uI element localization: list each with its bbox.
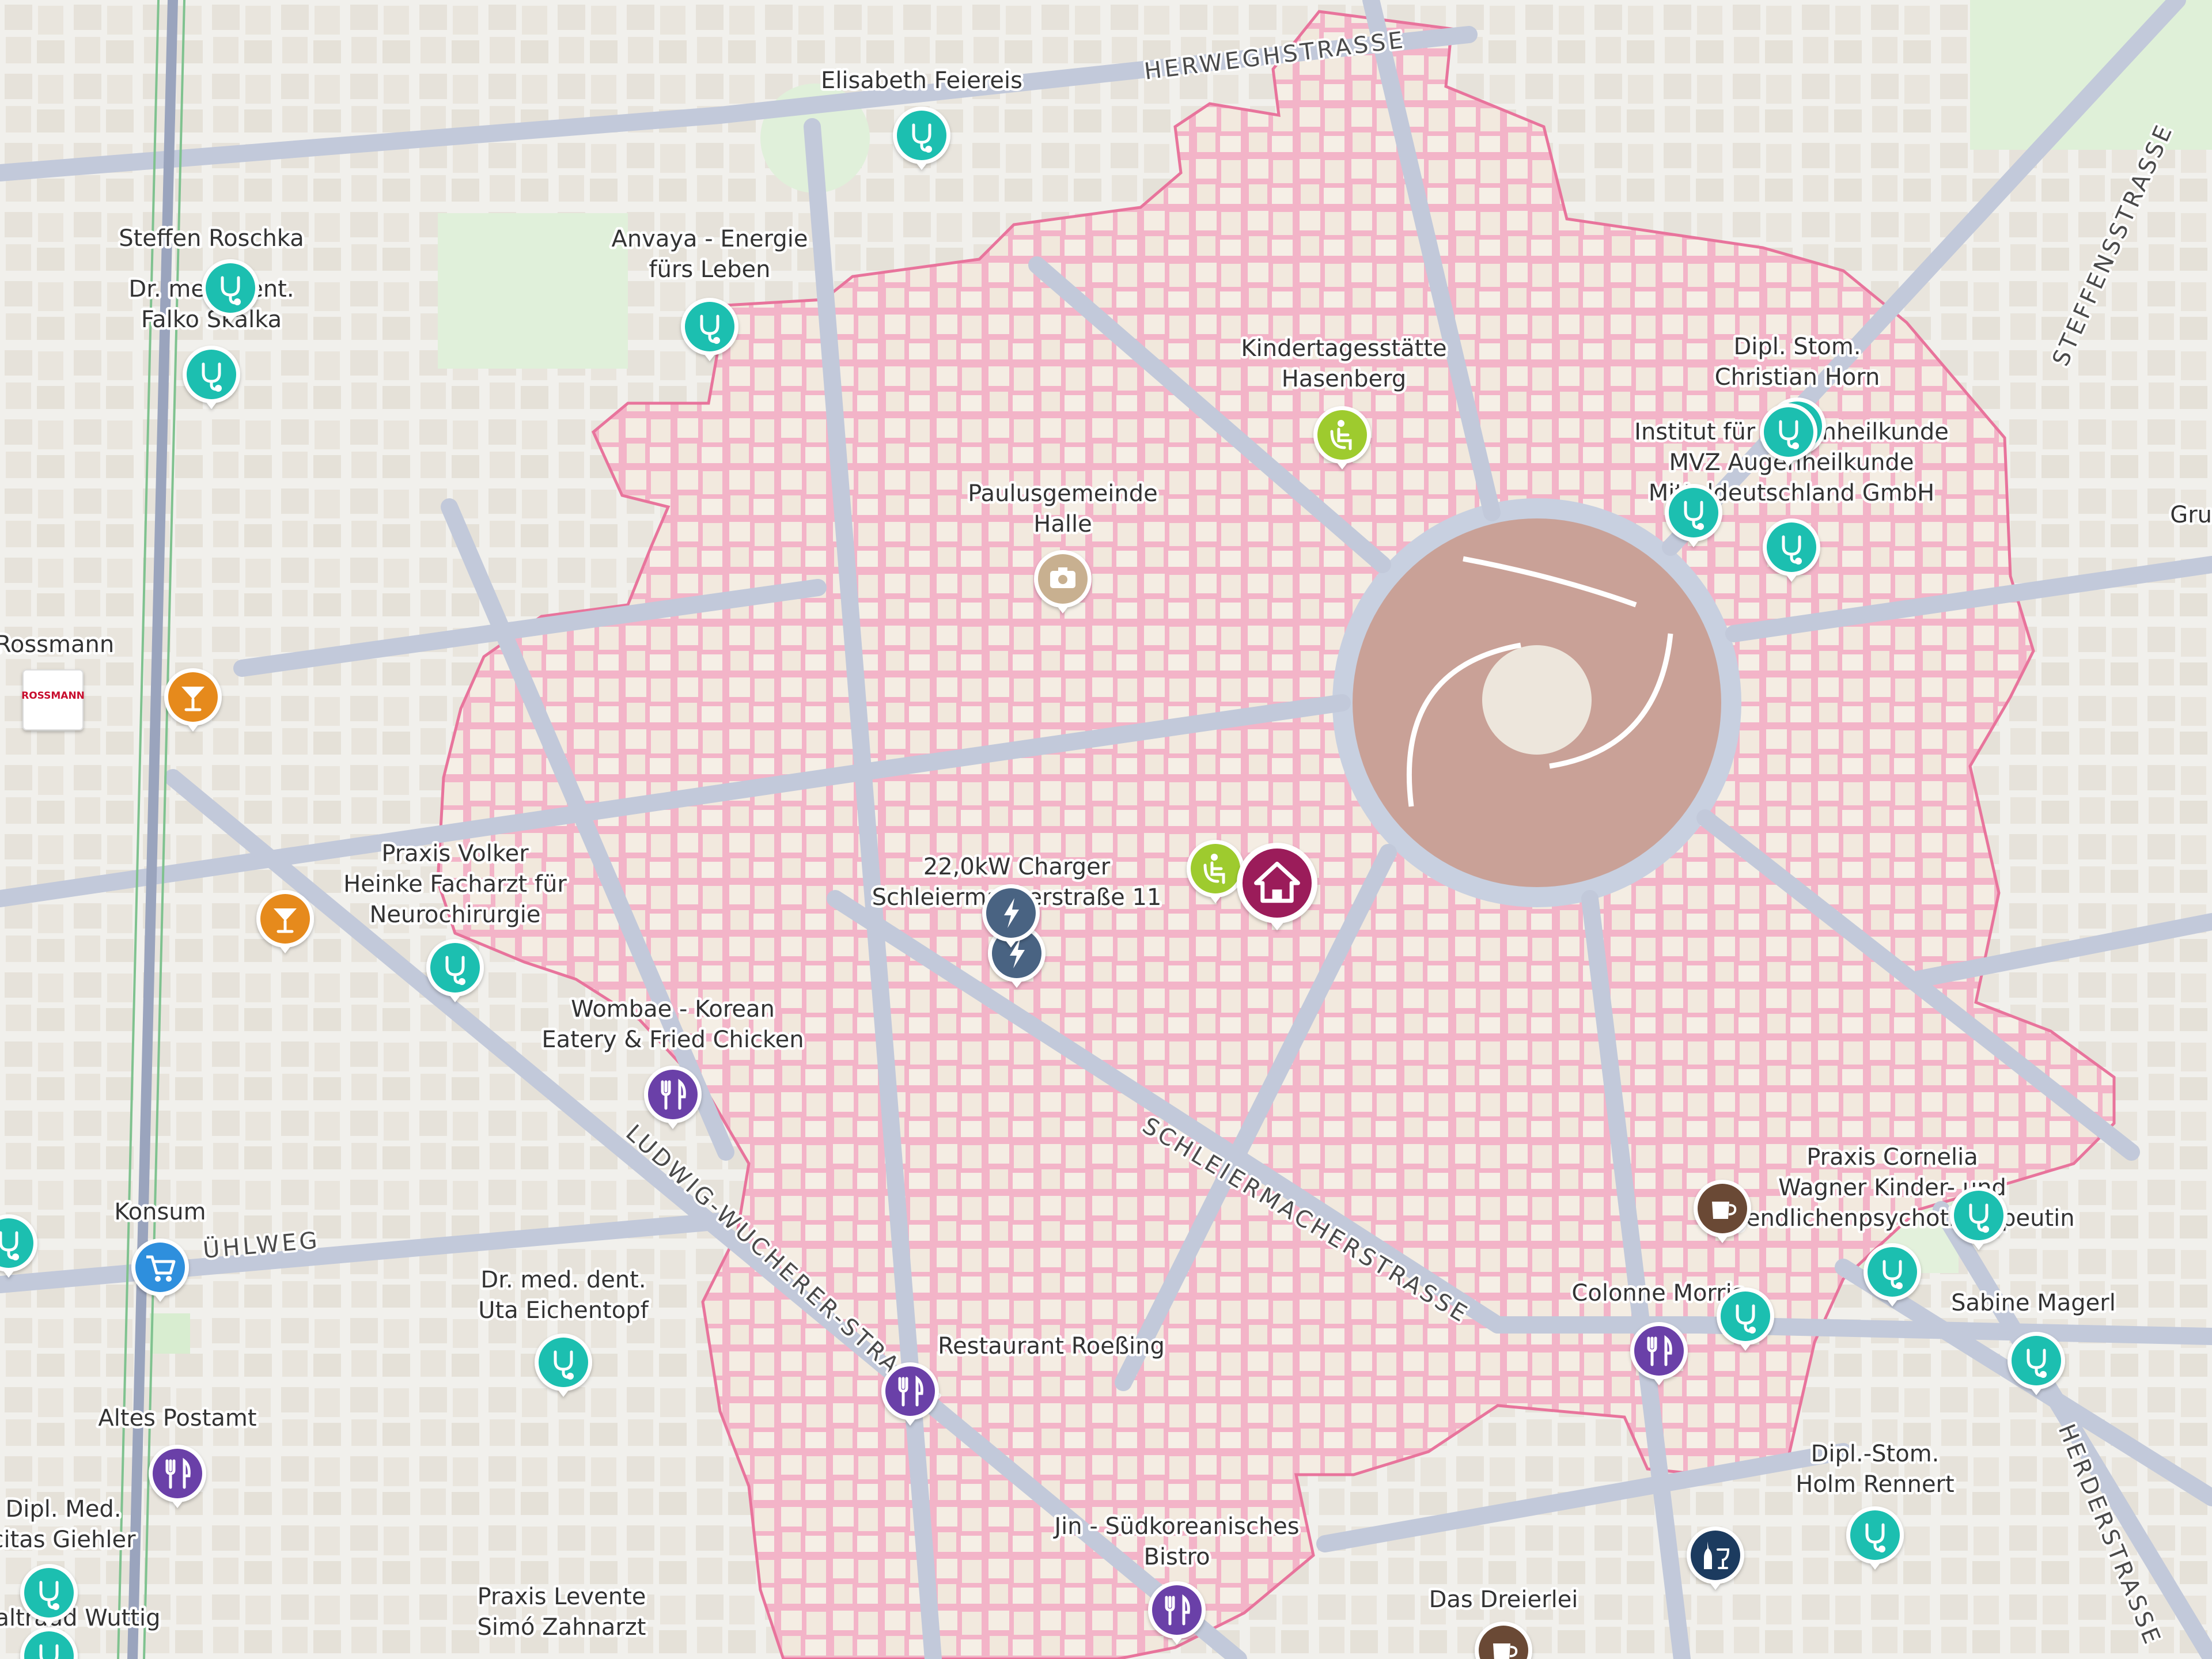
poi-label-waltraud-wuttig: altraud Wuttig: [0, 1605, 161, 1631]
poi-label-colonne-morris: Colonne Morris: [1571, 1280, 1744, 1306]
poi-label-altes-postamt: Altes Postamt: [98, 1405, 256, 1431]
rossmann-logo-icon: ROSSMANN: [21, 690, 85, 702]
rossmann-marker[interactable]: ROSSMANN: [21, 669, 85, 730]
poi-label-restaurant-roessing: Restaurant Roeßing: [938, 1333, 1165, 1359]
poi-label-das-dreierlei: Das Dreierlei: [1429, 1586, 1578, 1613]
poi-label-steffen-roschka: Steffen Roschka: [119, 225, 304, 252]
poi-label-konsum: Konsum: [114, 1199, 206, 1225]
poi-label-elisabeth-feiereis: Elisabeth Feiereis: [821, 67, 1022, 94]
poi-label-sabine-magerl: Sabine Magerl: [1951, 1290, 2116, 1316]
poi-label-gru: Gru: [2170, 502, 2212, 528]
poi-label-rossmann: Rossmann: [0, 631, 114, 658]
map-canvas[interactable]: HERWEGHSTRASSE STEFFENSSTRASSE LUDWIG-WU…: [0, 0, 2212, 1659]
